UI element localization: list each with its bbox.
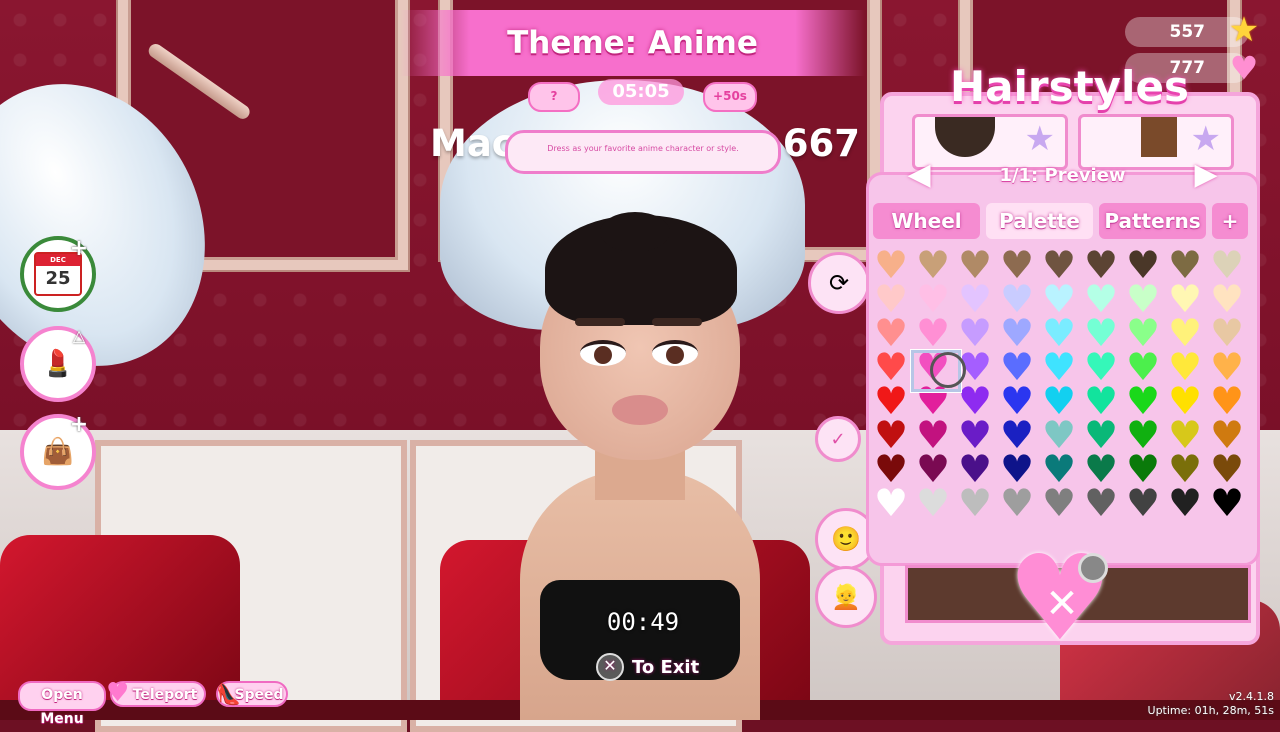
bag-icon: 👜 (41, 437, 75, 467)
tab-wheel[interactable]: Wheel (873, 203, 980, 239)
color-swatch[interactable]: ♥ (1206, 484, 1248, 522)
exit-hint-label: To Exit (632, 656, 700, 678)
face-icon: 🙂 (831, 525, 861, 553)
color-swatch[interactable]: ♥ (1164, 484, 1206, 522)
color-swatch[interactable]: ♥ (870, 484, 912, 522)
speed-label: Speed (234, 687, 284, 703)
bonus-time-icon[interactable]: +50s (703, 82, 757, 112)
color-swatch[interactable]: ♥ (996, 484, 1038, 522)
close-icon[interactable]: ✕ (1040, 582, 1084, 626)
calendar-day: 25 (45, 268, 71, 289)
uptime-text: Uptime: 01h, 28m, 51s (1147, 704, 1274, 717)
tab-patterns[interactable]: Patterns (1099, 203, 1206, 239)
avatar-brow-left (575, 318, 625, 326)
theme-prompt: Dress as your favorite anime character o… (505, 130, 781, 174)
avatar-eye-left (580, 340, 626, 366)
teleport-heart-icon: ♥ (106, 678, 130, 708)
checklist-button[interactable]: ✓ (815, 416, 861, 462)
prev-arrow-icon[interactable]: ◀ (905, 158, 933, 192)
theme-label: Theme: Anime (507, 25, 758, 61)
color-swatch[interactable]: ♥ (1080, 484, 1122, 522)
x-button-icon: ✕ (596, 653, 624, 681)
hair-category-button[interactable]: 👱 (815, 566, 877, 628)
triangle-icon: △ (72, 326, 86, 345)
next-arrow-icon[interactable]: ▶ (1192, 158, 1220, 192)
controller-button-icon (1078, 553, 1108, 583)
tab-add[interactable]: + (1212, 203, 1248, 239)
star-icon: ★ (1228, 10, 1260, 50)
cursor-ring (930, 352, 966, 388)
rotate-icon: ⟳ (828, 269, 850, 297)
preview-nav: ◀ 1/1: Preview ▶ (905, 158, 1220, 192)
dressing-timer: 00:49 (606, 608, 680, 636)
hair-icon: 👱 (831, 583, 861, 611)
avatar-brow-right (652, 318, 702, 326)
makeup-icon: 💄 (41, 349, 75, 379)
speed-shoe-icon: 👠 (216, 682, 241, 706)
open-menu-button[interactable]: Open Menu (18, 681, 106, 727)
color-swatch[interactable]: ♥ (1122, 484, 1164, 522)
hairstyles-title: Hairstyles (950, 62, 1189, 111)
plus-icon: + (69, 412, 89, 437)
heart-icon: ♥ (1229, 49, 1259, 87)
avatar-lips (612, 395, 668, 425)
theme-banner: Theme: Anime (400, 10, 865, 76)
color-swatch[interactable]: ♥ (912, 484, 954, 522)
round-timer: 05:05 (598, 79, 684, 105)
tab-palette[interactable]: Palette (986, 203, 1093, 239)
color-swatch[interactable]: ♥ (1038, 484, 1080, 522)
preview-label: 1/1: Preview (999, 164, 1126, 186)
outfit-hint-icon[interactable]: ? (528, 82, 580, 112)
plus-icon: + (69, 236, 89, 261)
color-swatch[interactable]: ♥ (954, 484, 996, 522)
favorite-star-icon[interactable]: ★ (1025, 119, 1055, 159)
avatar-eye-right (652, 340, 698, 366)
version-info: v2.4.1.8 Uptime: 01h, 28m, 51s (1148, 690, 1274, 718)
check-icon: ✓ (830, 428, 846, 450)
rotate-view-button[interactable]: ⟳ (808, 252, 870, 314)
version-number: v2.4.1.8 (1229, 690, 1274, 703)
favorite-star-icon[interactable]: ★ (1191, 119, 1221, 159)
exit-hint[interactable]: ✕ To Exit (596, 653, 699, 681)
avatar-hair-bun (600, 212, 670, 252)
teleport-label: Teleport (132, 687, 198, 703)
